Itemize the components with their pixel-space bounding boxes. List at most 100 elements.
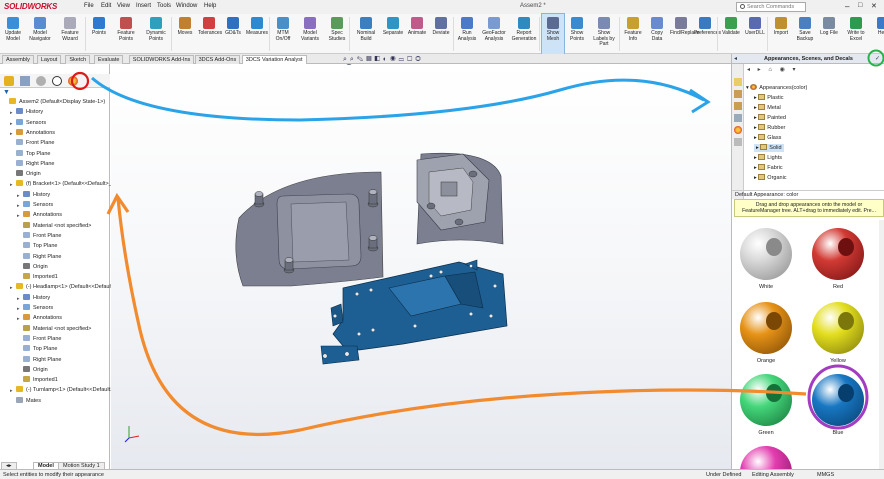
ribbon-nominal-build-button[interactable]: Nominal Build: [352, 14, 380, 54]
ribbon-userdll-button[interactable]: UserDLL: [744, 14, 766, 54]
view-palette-icon[interactable]: [734, 114, 742, 122]
appearance-folder-plastic[interactable]: ▸ Plastic: [754, 94, 784, 102]
ribbon-spec-studies-button[interactable]: Spec Studies: [326, 14, 348, 54]
swatch-partial[interactable]: [740, 446, 792, 469]
ribbon-dynamic-points-button[interactable]: Dynamic Points: [142, 14, 170, 54]
custom-properties-icon[interactable]: [734, 138, 742, 146]
tree-item[interactable]: Front Plane: [23, 334, 61, 344]
expand-caret-icon[interactable]: ▸: [10, 110, 13, 116]
ribbon-feature-wizard-button[interactable]: Feature Wizard: [56, 14, 84, 54]
appearance-folder-solid[interactable]: ▸ Solid: [754, 144, 784, 152]
tree-item[interactable]: Top Plane: [23, 242, 57, 251]
ribbon-log-file-button[interactable]: Log File: [818, 14, 840, 54]
tree-item[interactable]: Top Plane: [23, 345, 57, 354]
close-icon[interactable]: ✕: [871, 2, 877, 10]
graphics-area[interactable]: [111, 64, 731, 469]
crosshair-icon[interactable]: [52, 76, 62, 86]
ribbon-run-analysis-button[interactable]: Run Analysis: [456, 14, 478, 54]
ribbon-update-model-button[interactable]: Update Model: [2, 14, 24, 54]
appearance-folder-lights[interactable]: ▸ Lights: [754, 154, 782, 162]
file-explorer-icon[interactable]: [734, 102, 742, 110]
tree-item[interactable]: Material <not specified>: [23, 324, 91, 334]
ribbon-points-button[interactable]: Points: [88, 14, 110, 54]
ribbon-import-button[interactable]: Import: [770, 14, 792, 54]
tab-assembly[interactable]: Assembly: [2, 55, 34, 64]
tree-item[interactable]: Origin: [16, 170, 41, 179]
tab-sketch[interactable]: Sketch: [65, 55, 91, 64]
ribbon-separate-button[interactable]: Separate: [382, 14, 404, 54]
pin-icon[interactable]: ✓: [875, 55, 880, 62]
filter-icon[interactable]: ▼: [3, 89, 10, 96]
appearance-folder-painted[interactable]: ▸ Painted: [754, 114, 786, 122]
swatch-blue[interactable]: [812, 374, 864, 426]
tree-item[interactable]: Annotations: [23, 314, 62, 323]
tree-item[interactable]: Material <not specified>: [23, 221, 91, 231]
turnlamp-part[interactable]: [416, 152, 504, 245]
swatch-red[interactable]: [812, 228, 864, 280]
tree-item[interactable]: Imported1: [23, 273, 58, 282]
menu-file[interactable]: File: [84, 3, 94, 9]
expand-caret-icon[interactable]: ▸: [17, 296, 20, 302]
tree-item[interactable]: Right Plane: [23, 355, 61, 365]
expand-caret-icon[interactable]: ▸: [17, 203, 20, 209]
expand-caret-icon[interactable]: ▸: [10, 182, 13, 188]
ribbon-report-generation-button[interactable]: Report Generation: [510, 14, 538, 54]
appearance-folder-metal[interactable]: ▸ Metal: [754, 104, 781, 112]
ribbon-model-variants-button[interactable]: Model Variants: [296, 14, 324, 54]
appearance-tab-icon[interactable]: [68, 76, 78, 86]
ribbon-show-mesh-button[interactable]: Show Mesh: [541, 13, 565, 55]
menu-edit[interactable]: Edit: [101, 3, 111, 9]
appearance-folder-rubber[interactable]: ▸ Rubber: [754, 124, 785, 132]
expand-caret-icon[interactable]: ▸: [17, 316, 20, 322]
appearance-folder-glass[interactable]: ▸ Glass: [754, 134, 781, 142]
tree-item[interactable]: History: [23, 293, 50, 303]
tree-item[interactable]: Sensors: [23, 304, 53, 313]
menu-view[interactable]: View: [117, 3, 130, 9]
tree-item[interactable]: Annotations: [23, 211, 62, 220]
swatch-white[interactable]: [740, 228, 792, 280]
pin-back-icon[interactable]: ◂: [734, 55, 737, 62]
ribbon-mtm-on-off-button[interactable]: MTM On/Off: [272, 14, 294, 54]
design-library-icon[interactable]: [734, 90, 742, 98]
ribbon-find-replace-button[interactable]: Find/Replace: [670, 14, 699, 54]
menu-help[interactable]: Help: [204, 3, 216, 9]
ribbon-moves-button[interactable]: Moves: [174, 14, 196, 54]
tree-item[interactable]: Sensors: [16, 118, 46, 128]
tab-solidworks-add-ins[interactable]: SOLIDWORKS Add-Ins: [128, 55, 195, 64]
tab-evaluate[interactable]: Evaluate: [94, 55, 124, 64]
ribbon-show-labels-by-part-button[interactable]: Show Labels by Part: [590, 14, 618, 54]
ribbon-save-backup-button[interactable]: Save Backup: [794, 14, 816, 54]
swatch-green[interactable]: [740, 374, 792, 426]
headlamp-part[interactable]: [235, 171, 384, 287]
tree-item[interactable]: History: [23, 190, 50, 200]
swatch-orange[interactable]: [740, 302, 792, 354]
tree-item[interactable]: Front Plane: [16, 139, 54, 148]
expand-caret-icon[interactable]: ▸: [17, 306, 20, 312]
tree-item[interactable]: Imported1: [23, 376, 58, 385]
appearance-folder-fabric[interactable]: ▸ Fabric: [754, 164, 783, 172]
feature-manager-icon[interactable]: [4, 76, 14, 86]
menu-insert[interactable]: Insert: [136, 3, 151, 9]
minimize-icon[interactable]: –: [845, 2, 849, 11]
expand-caret-icon[interactable]: ▸: [10, 388, 13, 394]
menu-tools[interactable]: Tools: [157, 3, 171, 9]
tree-item[interactable]: Front Plane: [23, 231, 61, 241]
appearance-root[interactable]: ▾ Appearances(color): [746, 84, 807, 92]
expand-caret-icon[interactable]: ▸: [17, 213, 20, 219]
appearance-folder-organic[interactable]: ▸ Organic: [754, 174, 787, 182]
ribbon-geofactor-analysis-button[interactable]: GeoFactor Analysis: [480, 14, 508, 54]
maximize-icon[interactable]: □: [858, 2, 862, 9]
expand-caret-icon[interactable]: ▸: [10, 131, 13, 137]
tree-item[interactable]: Right Plane: [23, 252, 61, 262]
ribbon-measures-button[interactable]: Measures: [246, 14, 268, 54]
swatch-scrollbar[interactable]: [879, 220, 884, 469]
ribbon-feature-info-button[interactable]: Feature Info: [622, 14, 644, 54]
tab-layout[interactable]: Layout: [36, 55, 62, 64]
appearance-toolbar[interactable]: ◂ ▸ ⌂ ◉ ▾: [747, 66, 883, 76]
tree-item[interactable]: Top Plane: [16, 149, 50, 159]
search-input[interactable]: Search Commands: [736, 2, 806, 12]
tree-item[interactable]: (f) Bracket<1> (Default<<Default>_D: [16, 180, 116, 189]
expand-caret-icon[interactable]: ▸: [17, 193, 20, 199]
ribbon-tolerances-button[interactable]: Tolerances: [198, 14, 222, 54]
tree-item[interactable]: (-) Turnlamp<1> (Default<<Default>: [16, 386, 113, 395]
